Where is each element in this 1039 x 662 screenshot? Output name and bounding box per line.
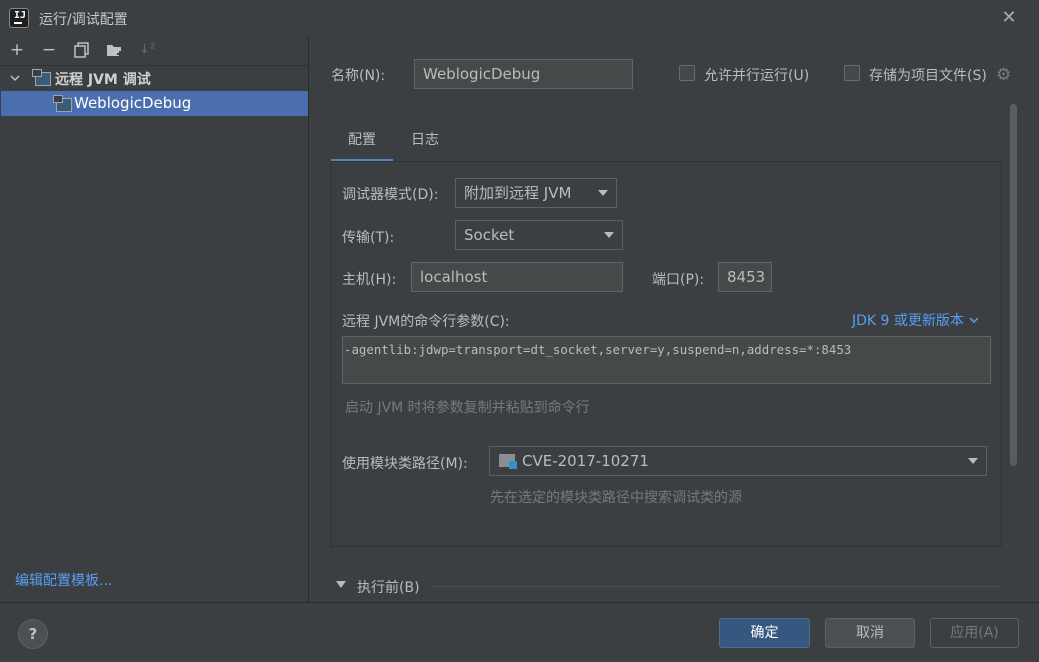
left-panel	[0, 36, 309, 603]
edit-templates-link[interactable]: 编辑配置模板...	[15, 570, 112, 590]
host-input[interactable]: localhost	[411, 262, 623, 292]
tree-item-label: WeblogicDebug	[74, 94, 192, 112]
config-toolbar: + − ↓²	[0, 36, 309, 64]
sort-icon[interactable]: ↓²	[136, 39, 158, 61]
transport-select[interactable]: Socket	[455, 220, 623, 250]
dropdown-arrow-icon	[968, 458, 978, 464]
allow-parallel-checkbox[interactable]	[679, 65, 695, 81]
folder-add-icon[interactable]	[104, 39, 126, 61]
bottom-divider	[0, 602, 1039, 603]
intellij-app-icon: IJ	[9, 8, 29, 28]
debugger-mode-label: 调试器模式(D):	[342, 187, 439, 203]
tree-group-remote-jvm-debug[interactable]: 远程 JVM 调试	[0, 66, 309, 90]
chevron-down-icon[interactable]	[9, 68, 21, 87]
port-label: 端口(P):	[652, 272, 705, 288]
allow-parallel-label[interactable]: 允许并行运行(U)	[704, 65, 809, 85]
port-input[interactable]: 8453	[718, 262, 772, 292]
gear-icon[interactable]: ⚙	[996, 66, 1014, 84]
args-label: 远程 JVM的命令行参数(C):	[342, 314, 510, 330]
store-as-file-checkbox[interactable]	[844, 65, 860, 81]
ok-button[interactable]: 确定	[719, 618, 810, 648]
jdk-version-label: JDK 9 或更新版本	[852, 313, 964, 329]
tree-item-weblogicdebug[interactable]: WeblogicDebug	[1, 91, 308, 116]
debugger-mode-value: 附加到远程 JVM	[464, 184, 572, 202]
module-classpath-hint: 先在选定的模块类路径中搜索调试类的源	[490, 490, 742, 506]
dropdown-arrow-icon	[598, 190, 608, 196]
jdk-version-link[interactable]: JDK 9 或更新版本	[852, 310, 980, 330]
module-classpath-select[interactable]: CVE-2017-10271	[489, 446, 987, 476]
remote-debug-icon	[53, 95, 72, 112]
args-textarea[interactable]: -agentlib:jdwp=transport=dt_socket,serve…	[342, 336, 991, 384]
module-classpath-label: 使用模块类路径(M):	[342, 456, 468, 472]
transport-value: Socket	[464, 226, 515, 244]
store-as-file-label[interactable]: 存储为项目文件(S)	[869, 65, 987, 85]
chevron-down-icon	[969, 317, 979, 324]
before-launch-divider	[432, 586, 1002, 587]
apply-button[interactable]: 应用(A)	[930, 618, 1019, 648]
args-hint: 启动 JVM 时将参数复制并粘贴到命令行	[345, 400, 590, 416]
remote-debug-icon	[32, 69, 51, 86]
transport-label: 传输(T):	[342, 230, 395, 246]
module-icon	[499, 454, 517, 469]
window-title: 运行/调试配置	[39, 12, 128, 28]
tab-config[interactable]: 配置	[331, 122, 393, 162]
debugger-mode-select[interactable]: 附加到远程 JVM	[455, 178, 617, 208]
name-label: 名称(N):	[331, 68, 386, 84]
remove-icon[interactable]: −	[38, 39, 60, 61]
tab-log[interactable]: 日志	[393, 122, 457, 162]
add-icon[interactable]: +	[6, 39, 28, 61]
dropdown-arrow-icon	[604, 232, 614, 238]
close-icon[interactable]: ✕	[997, 6, 1021, 30]
name-input[interactable]: WeblogicDebug	[414, 59, 633, 89]
copy-icon[interactable]	[71, 39, 93, 61]
help-button[interactable]: ?	[18, 619, 48, 649]
vertical-scrollbar[interactable]	[1010, 104, 1017, 466]
title-bar	[0, 0, 1039, 36]
before-launch-label[interactable]: 执行前(B)	[357, 577, 420, 597]
expand-triangle-icon[interactable]	[336, 581, 346, 588]
cancel-button[interactable]: 取消	[825, 618, 915, 648]
tree-group-label: 远程 JVM 调试	[55, 72, 151, 88]
module-classpath-value: CVE-2017-10271	[522, 452, 649, 470]
host-label: 主机(H):	[342, 272, 397, 288]
